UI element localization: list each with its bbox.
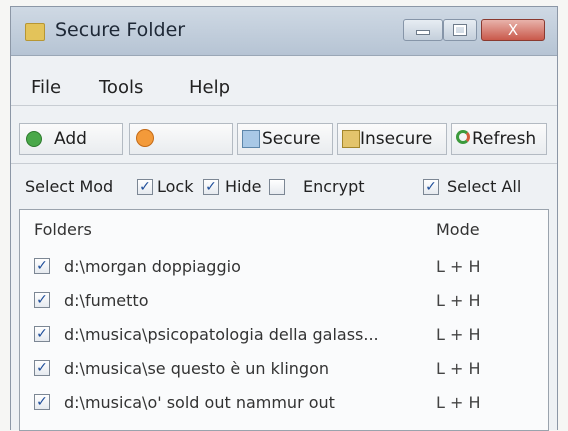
refresh-button-label: Refresh bbox=[472, 129, 537, 149]
row-checkbox[interactable]: ✓ bbox=[34, 326, 50, 342]
insecure-button[interactable]: Insecure bbox=[337, 123, 447, 155]
minimize-button[interactable] bbox=[403, 19, 443, 41]
lock-checkbox[interactable]: ✓ bbox=[203, 179, 219, 195]
menu-bar: File Tools Help bbox=[11, 71, 557, 106]
folder-path: d:\musica\psicopatologia della galass... bbox=[64, 325, 379, 344]
select-mode-label: Select Mod bbox=[25, 177, 114, 196]
secure-icon bbox=[242, 130, 260, 148]
folder-lock-icon bbox=[25, 23, 45, 41]
secure-button-label: Secure bbox=[262, 129, 321, 149]
folder-mode: L + H bbox=[436, 257, 481, 276]
row-checkbox[interactable]: ✓ bbox=[34, 360, 50, 376]
globe-icon bbox=[136, 129, 154, 147]
minimize-icon bbox=[416, 30, 430, 35]
menu-file[interactable]: File bbox=[31, 77, 61, 98]
menu-tools[interactable]: Tools bbox=[99, 77, 143, 98]
folder-mode: L + H bbox=[436, 325, 481, 344]
close-button[interactable]: X bbox=[481, 19, 545, 41]
encrypt-label: Encrypt bbox=[303, 177, 365, 196]
app-window: Secure Folder X File Tools Help Add Secu… bbox=[10, 6, 558, 431]
row-checkbox[interactable]: ✓ bbox=[34, 258, 50, 274]
toolbar: Add Secure Insecure Refresh bbox=[11, 117, 557, 164]
title-bar[interactable]: Secure Folder X bbox=[11, 7, 557, 56]
window-title: Secure Folder bbox=[55, 19, 186, 41]
maximize-icon bbox=[453, 24, 467, 36]
add-icon bbox=[26, 131, 42, 147]
folder-row[interactable]: ✓ d:\musica\psicopatologia della galass.… bbox=[20, 318, 548, 352]
folder-row[interactable]: ✓ d:\morgan doppiaggio L + H bbox=[20, 250, 548, 284]
folder-row[interactable]: ✓ d:\musica\se questo è un klingon L + H bbox=[20, 352, 548, 386]
select-all-checkbox[interactable]: ✓ bbox=[423, 179, 439, 195]
select-mode-checkbox[interactable]: ✓ bbox=[137, 179, 153, 195]
row-checkbox[interactable]: ✓ bbox=[34, 394, 50, 410]
column-header-mode[interactable]: Mode bbox=[436, 220, 480, 239]
refresh-icon bbox=[456, 130, 470, 144]
folder-path: d:\morgan doppiaggio bbox=[64, 257, 241, 276]
insecure-button-label: Insecure bbox=[360, 129, 433, 149]
insecure-icon bbox=[342, 130, 360, 148]
globe-button[interactable] bbox=[129, 123, 233, 155]
folder-path: d:\musica\se questo è un klingon bbox=[64, 359, 330, 378]
row-checkbox[interactable]: ✓ bbox=[34, 292, 50, 308]
menu-help[interactable]: Help bbox=[189, 77, 230, 98]
maximize-button[interactable] bbox=[443, 19, 477, 41]
folder-path: d:\fumetto bbox=[64, 291, 149, 310]
hide-label: Hide bbox=[225, 177, 262, 196]
folder-list: Folders Mode ✓ d:\morgan doppiaggio L + … bbox=[19, 209, 549, 431]
add-button-label: Add bbox=[54, 129, 87, 149]
close-icon: X bbox=[507, 21, 519, 39]
options-bar: Select Mod ✓ Lock ✓ Hide Encrypt ✓ Selec… bbox=[11, 171, 557, 203]
select-all-label: Select All bbox=[447, 177, 522, 196]
refresh-button[interactable]: Refresh bbox=[451, 123, 547, 155]
folder-mode: L + H bbox=[436, 393, 481, 412]
add-button[interactable]: Add bbox=[19, 123, 123, 155]
folder-path: d:\musica\o' sold out nammur out bbox=[64, 393, 335, 412]
folder-mode: L + H bbox=[436, 359, 481, 378]
column-header-folders[interactable]: Folders bbox=[34, 220, 92, 239]
folder-row[interactable]: ✓ d:\fumetto L + H bbox=[20, 284, 548, 318]
folder-row[interactable]: ✓ d:\musica\o' sold out nammur out L + H bbox=[20, 386, 548, 420]
hide-checkbox[interactable] bbox=[269, 179, 285, 195]
secure-button[interactable]: Secure bbox=[237, 123, 333, 155]
folder-mode: L + H bbox=[436, 291, 481, 310]
lock-label: Lock bbox=[157, 177, 194, 196]
